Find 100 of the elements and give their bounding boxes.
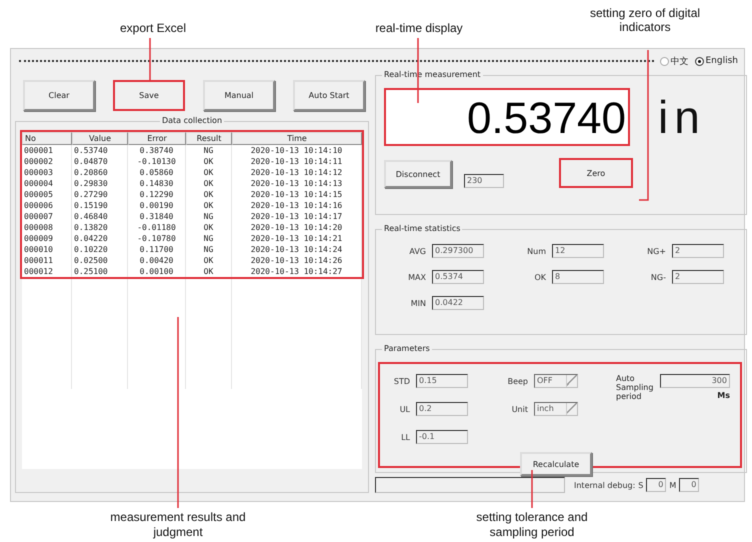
table-cell: 2020-10-13 10:14:26 [232,255,362,266]
table-cell: 2020-10-13 10:14:21 [232,233,362,244]
callout-label: setting zero of digital indicators [588,6,702,34]
table-cell: 0.12290 [128,189,186,200]
column-header[interactable]: Time [232,132,362,145]
table-cell: 2020-10-13 10:14:13 [232,178,362,189]
field-label: S [638,480,644,490]
table-cell: 2020-10-13 10:14:16 [232,200,362,211]
toolbar-button[interactable]: Save [113,80,185,111]
field-label: NG+ [646,246,666,256]
value-field[interactable]: 0 [646,478,666,492]
recalculate-button[interactable]: Recalculate [520,452,592,476]
table-cell: 2020-10-13 10:14:24 [232,244,362,255]
value-field[interactable]: 300 [660,374,730,388]
value-field[interactable]: 0.2 [416,402,468,416]
table-cell: 0.53740 [72,145,128,156]
caret-icon [566,375,577,387]
leader-line [417,38,419,103]
table-cell: 000007 [22,211,72,222]
field-label: OK [533,272,546,282]
value-field[interactable]: 0 [679,478,700,492]
table-cell: OK [186,222,232,233]
field-label: LL [400,432,410,442]
value-field[interactable]: 0.297300 [432,244,484,258]
field-label: M [669,480,676,490]
field-label: UL [398,404,410,414]
table-cell: 000012 [22,266,72,277]
table-cell: 0.31840 [128,211,186,222]
table-cell: NG [186,145,232,156]
group-title: Real-time statistics [382,224,462,234]
table-cell: 000003 [22,167,72,178]
callout-label: real-time display [374,21,464,35]
disconnect-button[interactable]: Disconnect [384,160,452,188]
value-field[interactable]: 2 [672,244,724,258]
table-cell: -0.10130 [128,156,186,167]
table-cell: 2020-10-13 10:14:27 [232,266,362,277]
language-radio[interactable]: 中文 [660,54,688,68]
field-label: NG- [650,272,666,282]
table-cell: 000008 [22,222,72,233]
language-radio[interactable]: English [694,56,738,66]
table-cell: 000009 [22,233,72,244]
table-cell: 0.38740 [128,145,186,156]
leader-line [531,470,533,508]
port-field[interactable]: 230 [464,174,504,188]
leader-line [149,38,151,80]
table-cell: 0.11700 [128,244,186,255]
unit-label: Ms [717,391,730,400]
table-cell: 0.04870 [72,156,128,167]
toolbar-button[interactable]: Clear [23,80,95,111]
table-cell: 0.00190 [128,200,186,211]
table-cell: 0.00420 [128,255,186,266]
column-header[interactable]: No [22,132,72,145]
table-cell: 000002 [22,156,72,167]
table-cell: OK [186,255,232,266]
table-cell: 0.25100 [72,266,128,277]
zero-button[interactable]: Zero [559,158,633,188]
callout-label: measurement results and judgment [109,510,247,540]
table-cell: OK [186,178,232,189]
dropdown[interactable]: inch [534,402,578,416]
table-cell: NG [186,211,232,222]
callout-label: export Excel [118,21,188,35]
table-cell: 0.10220 [72,244,128,255]
field-label: Unit [510,404,528,414]
table-cell: 000010 [22,244,72,255]
value-field[interactable]: -0.1 [416,430,468,444]
table-cell: 000005 [22,189,72,200]
value-field[interactable]: 12 [552,244,604,258]
column-header[interactable]: Value [72,132,128,145]
table-cell: 000004 [22,178,72,189]
value-field[interactable]: 8 [552,270,604,284]
table-cell: -0.10780 [128,233,186,244]
table-cell: OK [186,156,232,167]
field-label: Beep [506,376,528,386]
table-cell: 0.00100 [128,266,186,277]
group-title: Parameters [382,344,432,354]
group-title: Data collection [160,116,224,126]
value-field[interactable]: 0.5374 [432,270,484,284]
callout-label: setting tolerance and sampling period [475,510,589,540]
table-cell: 000001 [22,145,72,156]
value-field[interactable]: 0.15 [416,374,468,388]
table-cell: 0.13820 [72,222,128,233]
table-cell: 2020-10-13 10:14:17 [232,211,362,222]
toolbar-button[interactable]: Manual [203,80,275,111]
table-cell: 000011 [22,255,72,266]
table-cell: 2020-10-13 10:14:15 [232,189,362,200]
column-header[interactable]: Error [128,132,186,145]
value-field[interactable]: 0.0422 [432,296,484,310]
toolbar-button[interactable]: Auto Start [293,80,365,111]
caret-icon [566,403,577,415]
debug-label: Internal debug: [574,480,636,490]
field-label: MIN [410,298,426,308]
value-field[interactable]: 2 [672,270,724,284]
table-cell: 0.20860 [72,167,128,178]
table-cell: 2020-10-13 10:14:12 [232,167,362,178]
table-cell: 2020-10-13 10:14:10 [232,145,362,156]
dropdown[interactable]: OFF [534,374,578,388]
field-label: Num [526,246,546,256]
column-header[interactable]: Result [186,132,232,145]
table-cell: OK [186,266,232,277]
table-cell: 0.14830 [128,178,186,189]
